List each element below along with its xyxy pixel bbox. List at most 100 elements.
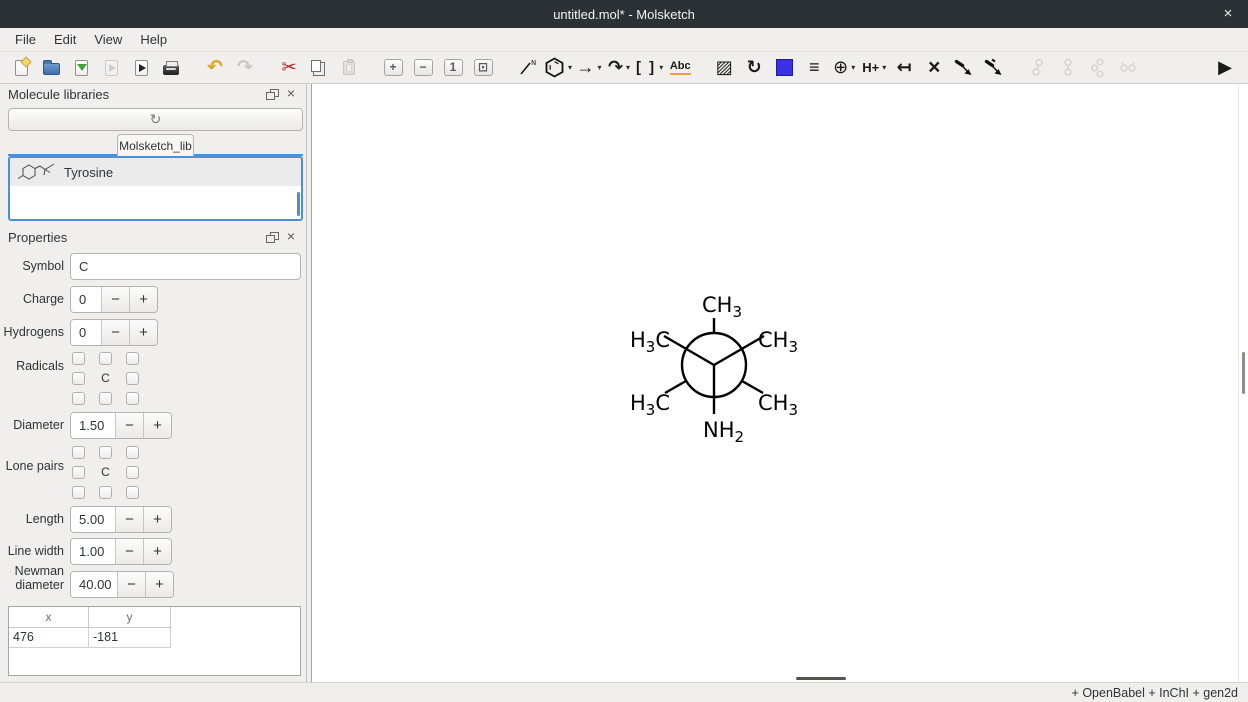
window-close-button[interactable]: ×	[1218, 4, 1238, 24]
tab-label: Molsketch_lib	[119, 139, 192, 153]
close-panel-icon[interactable]: ×	[284, 85, 298, 101]
menu-file[interactable]: File	[6, 30, 45, 49]
refresh-libraries-button[interactable]: ↻	[8, 108, 303, 131]
zoom-out-button[interactable]: −	[410, 55, 436, 81]
charge-tool-button[interactable]: ⊕▾	[831, 55, 857, 81]
radical-checkbox[interactable]	[99, 352, 112, 365]
text-tool-button[interactable]: Abc	[667, 55, 693, 81]
hydrogens-increment-button[interactable]: +	[129, 320, 157, 345]
lone-pair-checkbox[interactable]	[72, 466, 85, 479]
diameter-increment-button[interactable]: +	[143, 413, 171, 438]
draw-tool-button[interactable]: N	[514, 55, 540, 81]
charge-increment-button[interactable]: +	[129, 287, 157, 312]
bracket-tool-button[interactable]: [ ]▾	[636, 55, 663, 81]
float-panel-icon[interactable]	[266, 89, 279, 100]
newman-projection-molecule[interactable]: CH3 H3C CH3 H3C CH3 NH2	[312, 84, 1248, 682]
save-icon	[75, 60, 88, 76]
atom-label-lower-right[interactable]: CH3	[758, 391, 798, 419]
vertical-scrollbar-handle[interactable]	[1242, 352, 1245, 394]
ring-tool-button[interactable]: ▾	[544, 55, 572, 81]
line-width-increment-button[interactable]: +	[143, 539, 171, 564]
length-value[interactable]: 5.00	[71, 507, 115, 532]
new-file-button[interactable]	[8, 55, 34, 81]
save-file-button[interactable]	[68, 55, 94, 81]
cut-button[interactable]: ✂	[276, 55, 302, 81]
zoom-in-button[interactable]: +	[380, 55, 406, 81]
line-width-button[interactable]: ≡	[801, 55, 827, 81]
line-width-decrement-button[interactable]: −	[115, 539, 143, 564]
atom-label-top[interactable]: CH3	[702, 293, 742, 321]
atom-label-upper-left[interactable]: H3C	[630, 328, 670, 356]
library-scrollbar-handle[interactable]	[297, 192, 300, 216]
export-button[interactable]	[128, 55, 154, 81]
lone-pair-checkbox[interactable]	[126, 446, 139, 459]
atom-label-bottom[interactable]: NH2	[703, 418, 744, 446]
molecule-libraries-header: Molecule libraries ×	[0, 84, 306, 106]
connect-tool-button[interactable]: ↤	[891, 55, 917, 81]
delete-tool-button[interactable]: ×	[921, 55, 947, 81]
charge-value[interactable]: 0	[71, 287, 101, 312]
mechanism-arrow-button[interactable]: ↷▾	[606, 55, 632, 81]
redo-button: ↷	[232, 55, 258, 81]
lone-pair-checkbox[interactable]	[126, 486, 139, 499]
vertical-scrollbar[interactable]	[1238, 84, 1248, 682]
coordinate-y-cell[interactable]: -181	[89, 628, 171, 648]
coordinates-header-x: x	[9, 607, 89, 628]
diameter-value[interactable]: 1.50	[71, 413, 115, 438]
close-panel-icon[interactable]: ×	[284, 228, 298, 244]
toolbar-extension-button[interactable]: ▶	[1212, 55, 1238, 81]
coordinates-header-y: y	[89, 607, 171, 628]
optimize-tool-button[interactable]	[951, 55, 977, 81]
charge-decrement-button[interactable]: −	[101, 287, 129, 312]
lone-pair-checkbox[interactable]	[99, 486, 112, 499]
radical-checkbox[interactable]	[72, 352, 85, 365]
copy-button[interactable]	[306, 55, 332, 81]
open-folder-icon	[43, 63, 60, 75]
float-panel-icon[interactable]	[266, 232, 279, 243]
line-width-value[interactable]: 1.00	[71, 539, 115, 564]
open-file-button[interactable]	[38, 55, 64, 81]
lone-pair-checkbox[interactable]	[99, 446, 112, 459]
radical-checkbox[interactable]	[72, 372, 85, 385]
hydrogens-decrement-button[interactable]: −	[101, 320, 129, 345]
menu-view[interactable]: View	[85, 30, 131, 49]
radical-checkbox[interactable]	[72, 392, 85, 405]
print-button[interactable]	[158, 55, 184, 81]
atom-label-upper-right[interactable]: CH3	[758, 328, 798, 356]
atom-label-lower-left[interactable]: H3C	[630, 391, 670, 419]
symbol-input[interactable]	[70, 253, 301, 280]
rotate-tool-button[interactable]: ↻	[741, 55, 767, 81]
radical-checkbox[interactable]	[126, 352, 139, 365]
newman-diameter-increment-button[interactable]: +	[145, 572, 173, 597]
radical-checkbox[interactable]	[126, 392, 139, 405]
selection-tool-button[interactable]: ▨	[711, 55, 737, 81]
line-width-icon: ≡	[809, 57, 820, 78]
drawing-canvas[interactable]: CH3 H3C CH3 H3C CH3 NH2	[311, 84, 1248, 682]
radical-checkbox[interactable]	[126, 372, 139, 385]
optimize-all-tool-button[interactable]	[981, 55, 1007, 81]
length-decrement-button[interactable]: −	[115, 507, 143, 532]
hydrogen-tool-button[interactable]: H+▾	[861, 55, 887, 81]
lone-pair-checkbox[interactable]	[126, 466, 139, 479]
length-increment-button[interactable]: +	[143, 507, 171, 532]
library-item-label: Tyrosine	[64, 165, 113, 180]
reaction-arrow-button[interactable]: →▾	[576, 55, 602, 81]
library-item-tyrosine[interactable]: Tyrosine	[10, 158, 301, 186]
radical-checkbox[interactable]	[99, 392, 112, 405]
newman-diameter-value[interactable]: 40.00	[71, 572, 117, 597]
color-picker-button[interactable]	[771, 55, 797, 81]
status-text: + OpenBabel + InChI + gen2d	[1072, 686, 1238, 700]
menu-edit[interactable]: Edit	[45, 30, 85, 49]
diameter-decrement-button[interactable]: −	[115, 413, 143, 438]
undo-button[interactable]: ↶	[202, 55, 228, 81]
newman-diameter-decrement-button[interactable]: −	[117, 572, 145, 597]
zoom-fit-button[interactable]: ⊡	[470, 55, 496, 81]
coordinate-x-cell[interactable]: 476	[9, 628, 89, 648]
menu-help[interactable]: Help	[131, 30, 176, 49]
lone-pair-checkbox[interactable]	[72, 446, 85, 459]
lone-pair-checkbox[interactable]	[72, 486, 85, 499]
hydrogens-value[interactable]: 0	[71, 320, 101, 345]
zoom-original-button[interactable]: 1	[440, 55, 466, 81]
horizontal-scrollbar-handle[interactable]	[796, 677, 846, 680]
tab-molsketch-lib[interactable]: Molsketch_lib	[117, 134, 194, 156]
